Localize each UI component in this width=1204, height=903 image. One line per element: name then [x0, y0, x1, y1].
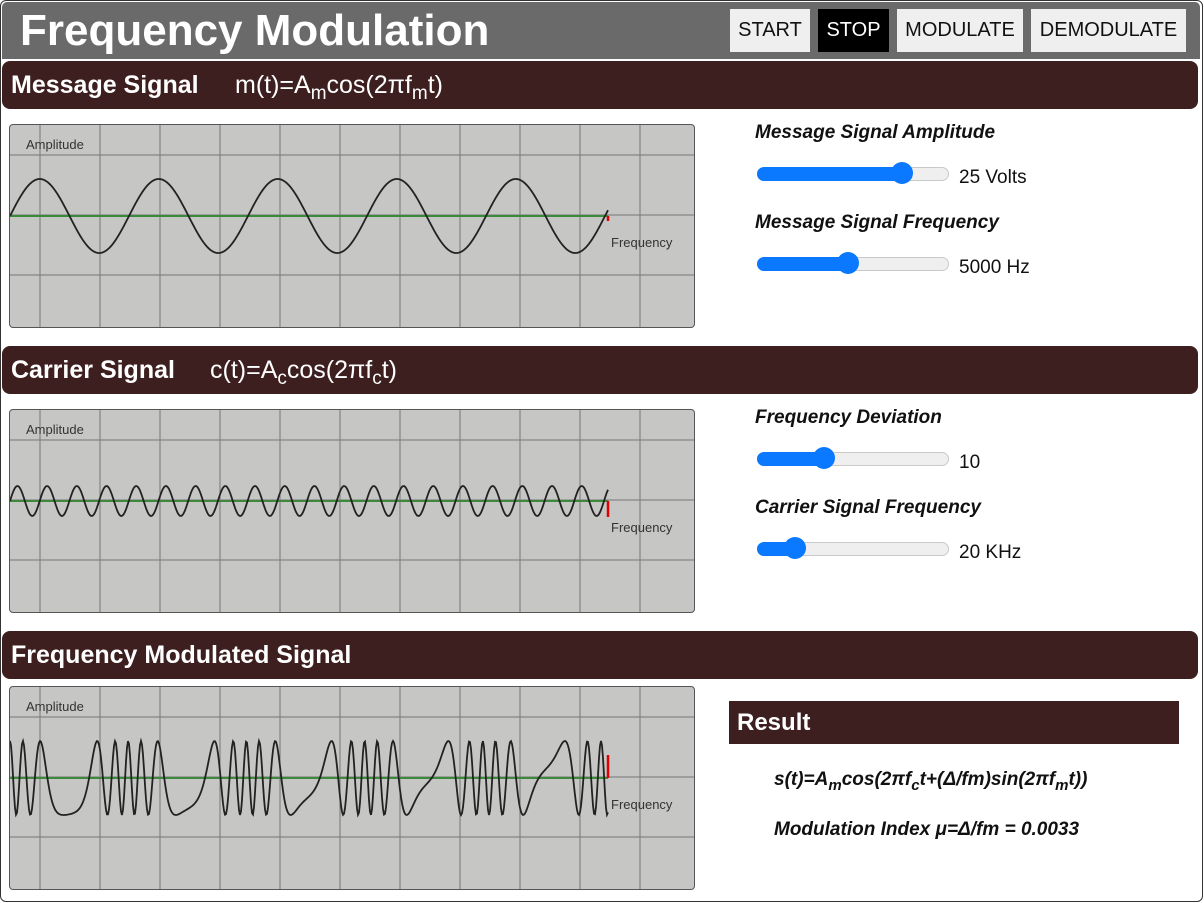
message-signal-scope: Amplitude Frequency — [9, 124, 695, 328]
result-equation: s(t)=Amcos(2πfct+(Δ/fm)sin(2πfmt)) — [774, 769, 1088, 794]
frequency-label: Frequency — [611, 797, 673, 812]
message-frequency-slider[interactable] — [757, 252, 949, 274]
carrier-signal-plot: Amplitude Frequency — [10, 410, 694, 612]
fm-signal-title: Frequency Modulated Signal — [11, 641, 352, 669]
carrier-signal-formula: c(t)=Accos(2πfct) — [210, 356, 397, 389]
fm-signal-plot: Amplitude Frequency — [10, 687, 694, 889]
message-frequency-label: Message Signal Frequency — [755, 212, 999, 233]
amplitude-label: Amplitude — [26, 422, 84, 437]
message-signal-title: Message Signal — [11, 71, 199, 99]
message-amplitude-slider[interactable] — [757, 162, 949, 184]
fm-signal-scope: Amplitude Frequency — [9, 686, 695, 890]
message-amplitude-value: 25 Volts — [959, 167, 1027, 188]
result-header: Result — [729, 701, 1179, 744]
result-title: Result — [737, 709, 811, 736]
amplitude-label: Amplitude — [26, 137, 84, 152]
fm-signal-header: Frequency Modulated Signal — [2, 631, 1198, 679]
slider-thumb[interactable] — [813, 447, 836, 469]
frequency-deviation-value: 10 — [959, 452, 981, 473]
modulate-button[interactable]: MODULATE — [897, 9, 1023, 52]
message-frequency-value: 5000 Hz — [959, 257, 1030, 278]
carrier-frequency-slider[interactable] — [757, 537, 949, 559]
carrier-frequency-label: Carrier Signal Frequency — [755, 497, 981, 518]
carrier-frequency-value: 20 KHz — [959, 542, 1022, 563]
frequency-deviation-label: Frequency Deviation — [755, 407, 942, 428]
carrier-signal-title: Carrier Signal — [11, 356, 175, 384]
message-amplitude-label: Message Signal Amplitude — [755, 122, 996, 143]
slider-thumb[interactable] — [836, 252, 859, 274]
message-signal-header: Message Signal m(t)=Amcos(2πfmt) — [2, 61, 1198, 109]
frequency-label: Frequency — [611, 520, 673, 535]
frequency-label: Frequency — [611, 235, 673, 250]
stop-button[interactable]: STOP — [818, 9, 889, 52]
modulation-index: Modulation Index μ=Δ/fm = 0.0033 — [774, 819, 1080, 840]
message-signal-plot: Amplitude Frequency — [10, 125, 694, 327]
frequency-deviation-slider[interactable] — [757, 447, 949, 469]
carrier-signal-scope: Amplitude Frequency — [9, 409, 695, 613]
demodulate-button[interactable]: DEMODULATE — [1031, 9, 1186, 52]
amplitude-label: Amplitude — [26, 699, 84, 714]
start-button[interactable]: START — [730, 9, 810, 52]
message-signal-formula: m(t)=Amcos(2πfmt) — [235, 71, 443, 104]
carrier-signal-header: Carrier Signal c(t)=Accos(2πfct) — [2, 346, 1198, 394]
app-title: Frequency Modulation — [20, 6, 490, 55]
